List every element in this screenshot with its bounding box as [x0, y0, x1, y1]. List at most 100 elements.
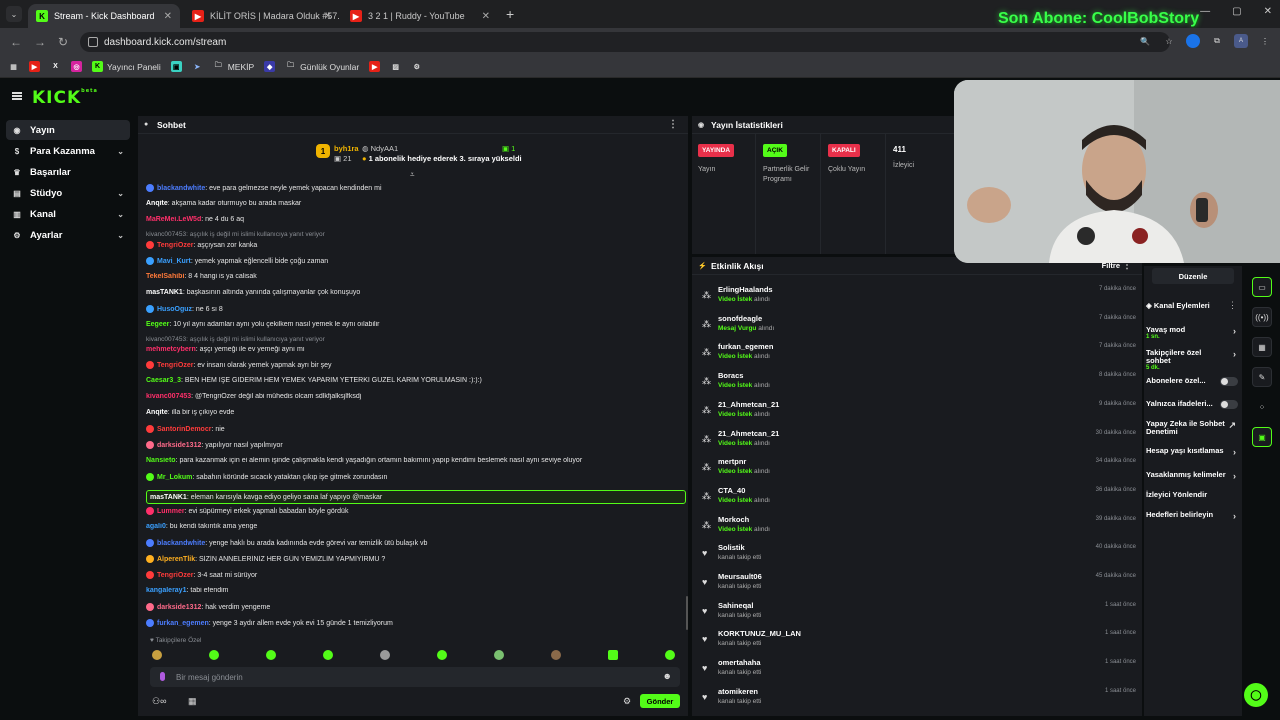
event-item[interactable]: ⁂ 21_Ahmetcan_21 Video İstek alındı 9 dakik… — [700, 398, 1136, 426]
event-item[interactable]: ⁂ furkan_egemen Video İstek alındı 7 dakika… — [700, 340, 1136, 368]
bookmark-mekip[interactable]: 🗀 MEKİP — [213, 61, 254, 72]
chat-username[interactable]: TengriOzer — [157, 242, 193, 249]
event-username[interactable]: CTA_40 — [718, 486, 745, 495]
chat-scrollbar[interactable] — [686, 596, 688, 630]
chat-message[interactable]: mehmetcybern: aşçı yemeği ile ev yemeği … — [146, 346, 686, 353]
emoji-icon[interactable]: ☻ — [663, 671, 672, 681]
address-bar[interactable]: dashboard.kick.com/stream — [80, 32, 1170, 52]
chat-username[interactable]: Lummer — [157, 508, 185, 515]
expand-pinned-icon[interactable]: ⩡ — [410, 170, 415, 180]
chat-message[interactable]: blackandwhite: eve para gelmezse neyle y… — [146, 184, 686, 192]
channel-action-item[interactable]: Hesap yaşı kısıtlamas › — [1146, 447, 1238, 465]
chat-username[interactable]: kivanc007453 — [146, 393, 191, 400]
chat-username[interactable]: masTANK1 — [146, 289, 183, 296]
channel-action-item[interactable]: Hedefleri belirleyin › — [1146, 511, 1238, 529]
chat-message[interactable]: MaReMei.LeW5d: ne 4 du 6 aq — [146, 216, 686, 223]
chat-message[interactable]: Caesar3_3: BEN HEM İŞE GİDERİM HEM YEMEK… — [146, 377, 686, 384]
new-tab-button[interactable]: + — [506, 6, 514, 22]
chat-username[interactable]: TengriOzer — [157, 572, 193, 579]
chat-username[interactable]: darkside1312 — [157, 604, 201, 611]
sidebar-item-para-kazanma[interactable]: $ Para Kazanma ⌄ — [6, 141, 130, 161]
chat-message[interactable]: darkside1312: hak verdim yengeme — [146, 603, 686, 611]
event-item[interactable]: ⁂ 21_Ahmetcan_21 Video İstek alındı 30 daki… — [700, 427, 1136, 455]
chat-username[interactable]: Mr_Lokum — [157, 474, 192, 481]
chat-message[interactable]: TengriOzer: aşçıysan zor kanka — [146, 241, 686, 249]
chat-username[interactable]: Nansieto — [146, 457, 176, 464]
chat-message[interactable]: Mr_Lokum: sabahın köründe sıcacık yatakt… — [146, 473, 686, 481]
send-button[interactable]: Gönder — [640, 694, 680, 708]
chat-username[interactable]: Mavi_Kurt — [157, 258, 191, 265]
chat-username[interactable]: TengriOzer — [157, 362, 193, 369]
event-item[interactable]: ♥ KORKTUNUZ_MU_LAN kanalı takip etti 1 saat… — [700, 627, 1136, 655]
bookmark-app[interactable]: ▣ — [170, 61, 182, 72]
rail-wrench-icon[interactable]: ✎ — [1252, 367, 1272, 387]
event-username[interactable]: 21_Ahmetcan_21 — [718, 400, 779, 409]
event-username[interactable]: Solistik — [718, 543, 745, 552]
bookmark-image[interactable]: ▨ — [390, 61, 401, 72]
chat-message[interactable]: kivanc007453: @TengriOzer değil abi mühe… — [146, 393, 686, 400]
emote-icon[interactable] — [665, 650, 675, 660]
chat-settings-icon[interactable]: ⚙ — [623, 696, 631, 707]
puzzle-icon[interactable]: ⧉ — [1210, 34, 1224, 48]
emote-icon[interactable] — [266, 650, 276, 660]
forward-icon[interactable]: → — [34, 35, 46, 49]
emote-icon[interactable] — [380, 650, 390, 660]
bookmark-gear[interactable]: ⚙ — [411, 61, 422, 72]
event-username[interactable]: mertpnr — [718, 457, 746, 466]
chat-username[interactable]: kangaleray1 — [146, 587, 186, 594]
rail-apps-icon[interactable]: ⁘ — [1252, 397, 1272, 417]
bookmark-yayinci-paneli[interactable]: K Yayıncı Paneli — [92, 61, 161, 72]
bookmark-instagram[interactable]: ◎ — [71, 61, 82, 72]
tab-search-button[interactable]: ⌄ — [6, 6, 22, 22]
chat-message[interactable]: masTANK1: eleman karısıyla kavga ediyo g… — [146, 490, 686, 504]
event-username[interactable]: Boracs — [718, 371, 743, 380]
chat-message[interactable]: masTANK1: başkasının altında yanında çal… — [146, 289, 686, 296]
close-window-icon[interactable]: ✕ — [1264, 6, 1272, 17]
emote-icon[interactable] — [152, 650, 162, 660]
event-item[interactable]: ♥ Meursault06 kanalı takip etti 45 dakika ö… — [700, 570, 1136, 598]
chat-username[interactable]: Eegeer — [146, 321, 169, 328]
event-username[interactable]: Morkoch — [718, 515, 749, 524]
event-item[interactable]: ⁂ mertpnr Video İstek alındı 34 dakika önce — [700, 455, 1136, 483]
tab-close-icon[interactable]: ✕ — [482, 11, 490, 22]
chat-message[interactable]: SantorinDemocr: nie — [146, 425, 686, 433]
channel-action-item[interactable]: Yapay Zeka ile Sohbet Denetimi ↗ — [1146, 420, 1238, 438]
chat-username[interactable]: darkside1312 — [157, 442, 201, 449]
chat-username[interactable]: masTANK1 — [150, 494, 187, 501]
chat-message[interactable]: furkan_egemen: yenge 3 aydır allem evde … — [146, 619, 686, 627]
chat-message[interactable]: AlperenTlik: SİZİN ANNELERİNİZ HER GÜN Y… — [146, 555, 686, 563]
tab-close-icon[interactable]: ✕ — [164, 11, 172, 22]
chat-message[interactable]: Eegeer: 10 yıl aynı adamları aynı yolu ç… — [146, 321, 686, 328]
chat-message[interactable]: Anqite: akşama kadar oturmuyo bu arada m… — [146, 200, 686, 207]
chat-message[interactable]: HusoOguz: ne 6 sı 8 — [146, 305, 686, 313]
chat-username[interactable]: HusoOguz — [157, 306, 192, 313]
chat-message[interactable]: Anqite: illa bir iş çıkıyo evde — [146, 409, 686, 416]
tab-close-icon[interactable]: ✕ — [324, 11, 332, 22]
channel-action-item[interactable]: Yavaş mod 1 sn. › — [1146, 326, 1238, 344]
chat-reply-context[interactable]: kivanc007453: aşçılık iş değil mi islimi… — [146, 231, 686, 238]
star-icon[interactable]: ☆ — [1162, 34, 1176, 48]
rail-chat-icon[interactable]: ▭ — [1252, 277, 1272, 297]
event-username[interactable]: 21_Ahmetcan_21 — [718, 429, 779, 438]
chat-message[interactable]: Nansieto: para kazanmak için ei alemin i… — [146, 457, 686, 464]
event-item[interactable]: ♥ Solistik kanalı takip etti 40 dakika önce — [700, 541, 1136, 569]
channel-action-item[interactable]: İzleyici Yönlendir — [1146, 491, 1238, 509]
browser-tab-kick[interactable]: K Stream - Kick Dashboard ✕ — [28, 4, 180, 28]
chat-username[interactable]: Anqite — [146, 409, 168, 416]
bookmark-youtube[interactable]: ▶ — [29, 61, 40, 72]
zoom-icon[interactable]: 🔍 — [1138, 34, 1152, 48]
bookmark-youtube-2[interactable]: ▶ — [369, 61, 381, 72]
menu-icon[interactable]: ⋮ — [1258, 34, 1272, 48]
chat-username[interactable]: AlperenTlik — [157, 556, 195, 563]
chat-username[interactable]: blackandwhite — [157, 185, 205, 192]
chat-username[interactable]: Anqite — [146, 200, 168, 207]
rail-kick-icon[interactable]: ▣ — [1252, 427, 1272, 447]
chat-username[interactable]: SantorinDemocr — [157, 426, 211, 433]
chat-username[interactable]: furkan_egemen — [157, 620, 209, 627]
chat-message[interactable]: Mavi_Kurt: yemek yapmak eğlencelli bide … — [146, 257, 686, 265]
chat-username[interactable]: Caesar3_3 — [146, 377, 181, 384]
toggle-switch[interactable] — [1220, 377, 1238, 386]
event-item[interactable]: ⁂ CTA_40 Video İstek alındı 36 dakika önce — [700, 484, 1136, 512]
event-username[interactable]: Meursault06 — [718, 572, 762, 581]
channel-action-item[interactable]: Yasaklanmış kelimeler › — [1146, 471, 1238, 489]
